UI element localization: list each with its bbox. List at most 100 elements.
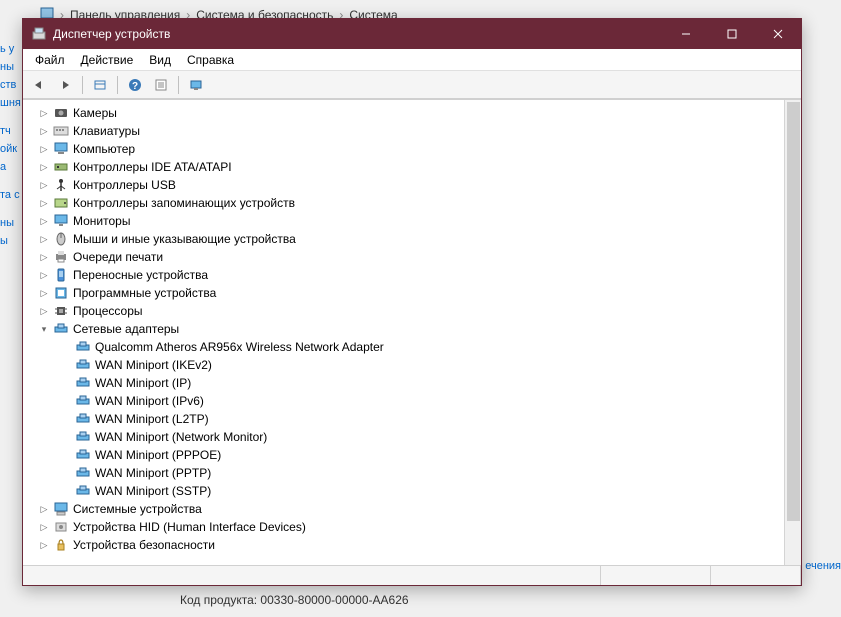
app-icon xyxy=(31,26,47,42)
twisty-collapsed-icon[interactable]: ▷ xyxy=(37,268,51,282)
tree-item-label: Компьютер xyxy=(73,142,135,156)
forward-button[interactable] xyxy=(53,74,77,96)
computer-icon xyxy=(53,141,69,157)
tree-item-security[interactable]: ▷Устройства безопасности xyxy=(31,536,801,554)
tree-item-adapter[interactable]: WAN Miniport (IKEv2) xyxy=(31,356,801,374)
tree-item-computer[interactable]: ▷ Компьютер xyxy=(31,140,801,158)
tree-item-adapter[interactable]: WAN Miniport (PPPOE) xyxy=(31,446,801,464)
twisty-collapsed-icon[interactable]: ▷ xyxy=(37,232,51,246)
tree-item-printer[interactable]: ▷ Очереди печати xyxy=(31,248,801,266)
properties-button[interactable] xyxy=(149,74,173,96)
tree-item-storage[interactable]: ▷ Контроллеры запоминающих устройств xyxy=(31,194,801,212)
tree-item-network[interactable]: ▾Сетевые адаптеры xyxy=(31,320,801,338)
storage-icon xyxy=(53,195,69,211)
tree-item-label: Мыши и иные указывающие устройства xyxy=(73,232,296,246)
show-hidden-button[interactable] xyxy=(88,74,112,96)
help-button[interactable]: ? xyxy=(123,74,147,96)
window-title: Диспетчер устройств xyxy=(53,27,170,41)
menu-action[interactable]: Действие xyxy=(73,51,142,69)
monitor-icon xyxy=(53,213,69,229)
tree-item-adapter[interactable]: WAN Miniport (IPv6) xyxy=(31,392,801,410)
tree-item-adapter[interactable]: WAN Miniport (PPTP) xyxy=(31,464,801,482)
hid-icon xyxy=(53,519,69,535)
tree-item-monitor[interactable]: ▷ Мониторы xyxy=(31,212,801,230)
back-button[interactable] xyxy=(27,74,51,96)
tree-item-label: Устройства HID (Human Interface Devices) xyxy=(73,520,306,534)
minimize-button[interactable] xyxy=(663,19,709,49)
tree-item-label: Клавиатуры xyxy=(73,124,140,138)
statusbar xyxy=(23,565,801,585)
twisty-collapsed-icon[interactable]: ▷ xyxy=(37,160,51,174)
twisty-collapsed-icon[interactable]: ▷ xyxy=(37,178,51,192)
twisty-collapsed-icon[interactable]: ▷ xyxy=(37,304,51,318)
twisty-collapsed-icon[interactable]: ▷ xyxy=(37,124,51,138)
tree-item-label: Программные устройства xyxy=(73,286,216,300)
tree-item-portable[interactable]: ▷Переносные устройства xyxy=(31,266,801,284)
twisty-collapsed-icon[interactable]: ▷ xyxy=(37,520,51,534)
tree-item-ide[interactable]: ▷ Контроллеры IDE ATA/ATAPI xyxy=(31,158,801,176)
tree-item-label: WAN Miniport (PPPOE) xyxy=(95,448,221,462)
twisty-collapsed-icon[interactable]: ▷ xyxy=(37,142,51,156)
close-button[interactable] xyxy=(755,19,801,49)
tree-item-adapter[interactable]: Qualcomm Atheros AR956x Wireless Network… xyxy=(31,338,801,356)
adapter-icon xyxy=(75,465,91,481)
tree-item-label: Контроллеры IDE ATA/ATAPI xyxy=(73,160,232,174)
tree-item-camera[interactable]: ▷Камеры xyxy=(31,104,801,122)
tree-item-adapter[interactable]: WAN Miniport (SSTP) xyxy=(31,482,801,500)
tree-item-label: WAN Miniport (IPv6) xyxy=(95,394,204,408)
twisty-collapsed-icon[interactable]: ▷ xyxy=(37,538,51,552)
menu-file[interactable]: Файл xyxy=(27,51,73,69)
menu-view[interactable]: Вид xyxy=(141,51,179,69)
scrollbar-thumb[interactable] xyxy=(787,102,800,521)
tree-item-hid[interactable]: ▷ Устройства HID (Human Interface Devices… xyxy=(31,518,801,536)
tree-item-adapter[interactable]: WAN Miniport (IP) xyxy=(31,374,801,392)
titlebar[interactable]: Диспетчер устройств xyxy=(23,19,801,49)
toolbar: ? xyxy=(23,71,801,99)
twisty-none xyxy=(59,466,73,480)
product-id: Код продукта: 00330-80000-00000-AA626 xyxy=(180,593,409,607)
tree-container: ▷Камеры▷Клавиатуры▷Компьютер▷Контроллеры… xyxy=(23,99,801,585)
tree-item-software[interactable]: ▷ Программные устройства xyxy=(31,284,801,302)
twisty-collapsed-icon[interactable]: ▷ xyxy=(37,250,51,264)
tree-item-label: Контроллеры запоминающих устройств xyxy=(73,196,295,210)
twisty-none xyxy=(59,376,73,390)
vertical-scrollbar[interactable] xyxy=(784,100,801,565)
adapter-icon xyxy=(75,339,91,355)
twisty-none xyxy=(59,484,73,498)
tree-item-usb[interactable]: ▷Контроллеры USB xyxy=(31,176,801,194)
tree-item-adapter[interactable]: WAN Miniport (Network Monitor) xyxy=(31,428,801,446)
adapter-icon xyxy=(75,375,91,391)
twisty-collapsed-icon[interactable]: ▷ xyxy=(37,502,51,516)
twisty-collapsed-icon[interactable]: ▷ xyxy=(37,286,51,300)
usb-icon xyxy=(53,177,69,193)
tree-item-adapter[interactable]: WAN Miniport (L2TP) xyxy=(31,410,801,428)
twisty-expanded-icon[interactable]: ▾ xyxy=(37,322,51,336)
maximize-button[interactable] xyxy=(709,19,755,49)
scan-button[interactable] xyxy=(184,74,208,96)
system-icon xyxy=(53,501,69,517)
device-manager-window: Диспетчер устройств Файл Действие Вид Сп… xyxy=(22,18,802,586)
portable-icon xyxy=(53,267,69,283)
twisty-collapsed-icon[interactable]: ▷ xyxy=(37,106,51,120)
ide-icon xyxy=(53,159,69,175)
twisty-none xyxy=(59,394,73,408)
twisty-none xyxy=(59,340,73,354)
tree-item-mouse[interactable]: ▷ Мыши и иные указывающие устройства xyxy=(31,230,801,248)
cpu-icon xyxy=(53,303,69,319)
keyboard-icon xyxy=(53,123,69,139)
tree-item-label: Qualcomm Atheros AR956x Wireless Network… xyxy=(95,340,384,354)
bg-right-text: ечения xyxy=(805,560,841,572)
twisty-collapsed-icon[interactable]: ▷ xyxy=(37,214,51,228)
tree-item-label: Очереди печати xyxy=(73,250,163,264)
device-tree[interactable]: ▷Камеры▷Клавиатуры▷Компьютер▷Контроллеры… xyxy=(23,100,801,565)
twisty-collapsed-icon[interactable]: ▷ xyxy=(37,196,51,210)
tree-item-system[interactable]: ▷Системные устройства xyxy=(31,500,801,518)
tree-item-keyboard[interactable]: ▷ Клавиатуры xyxy=(31,122,801,140)
menu-help[interactable]: Справка xyxy=(179,51,242,69)
tree-item-label: WAN Miniport (IP) xyxy=(95,376,191,390)
adapter-icon xyxy=(75,357,91,373)
mouse-icon xyxy=(53,231,69,247)
tree-item-cpu[interactable]: ▷Процессоры xyxy=(31,302,801,320)
tree-item-label: Мониторы xyxy=(73,214,130,228)
bg-left-text: ь уны ствшня тчойк а та с ныы xyxy=(0,40,22,250)
